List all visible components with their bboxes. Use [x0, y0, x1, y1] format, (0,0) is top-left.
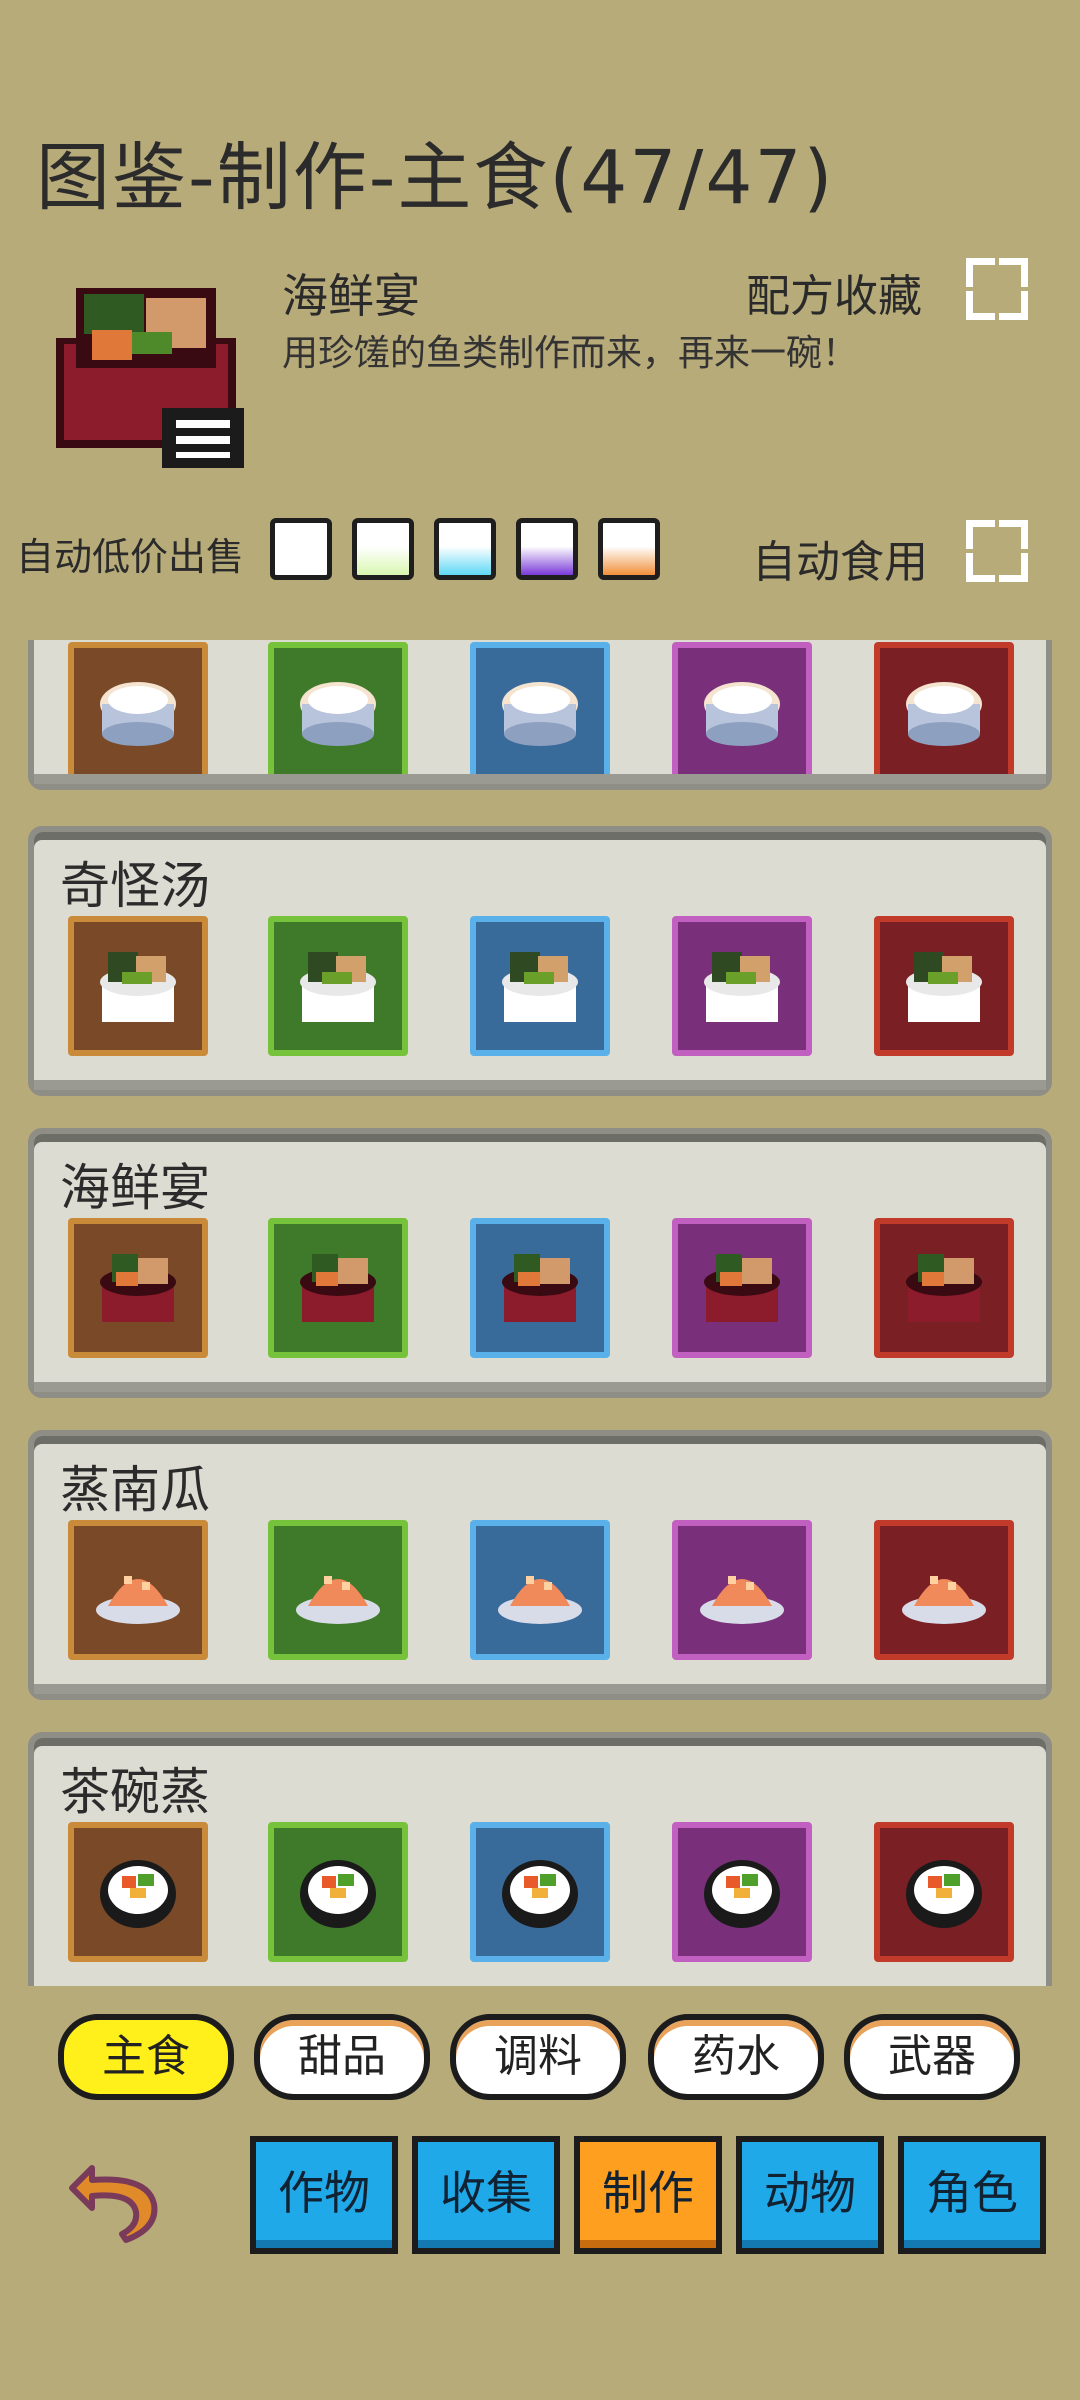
- back-button[interactable]: [62, 2148, 172, 2244]
- nav-tab[interactable]: 作物: [250, 2136, 398, 2254]
- sushi-roll-icon: [294, 1848, 382, 1936]
- recipe-card: [28, 640, 1052, 790]
- recipe-quality-slot-green[interactable]: [268, 1520, 408, 1660]
- recipe-quality-slot-red[interactable]: [874, 1218, 1014, 1358]
- quality-filter-swatch[interactable]: [434, 518, 496, 580]
- recipe-name: 奇怪汤: [60, 857, 210, 915]
- steamed-pumpkin-icon: [294, 1546, 382, 1634]
- recipe-card: 海鲜宴: [28, 1128, 1052, 1398]
- recipe-quality-slot-brown[interactable]: [68, 1520, 208, 1660]
- rice-bowl-icon: [94, 668, 182, 756]
- recipe-quality-slot-blue[interactable]: [470, 1520, 610, 1660]
- category-tab[interactable]: 主食: [58, 2014, 234, 2100]
- recipe-list[interactable]: 奇怪汤海鲜宴蒸南瓜茶碗蒸: [28, 640, 1052, 1986]
- quality-filter-swatch[interactable]: [516, 518, 578, 580]
- recipe-quality-slot-blue[interactable]: [470, 1218, 610, 1358]
- sushi-roll-icon: [496, 1848, 584, 1936]
- recipe-quality-slot-red[interactable]: [874, 1520, 1014, 1660]
- recipe-name: 海鲜宴: [60, 1159, 210, 1217]
- auto-eat-label: 自动食用: [752, 537, 928, 588]
- favorite-recipe-label: 配方收藏: [746, 271, 922, 322]
- recipe-quality-slot-brown[interactable]: [68, 642, 208, 782]
- recipe-quality-slot-red[interactable]: [874, 1822, 1014, 1962]
- auto-sell-label: 自动低价出售: [16, 535, 245, 579]
- recipe-card: 蒸南瓜: [28, 1430, 1052, 1700]
- nav-tab[interactable]: 收集: [412, 2136, 560, 2254]
- seafood-feast-icon: [698, 1244, 786, 1332]
- category-tab[interactable]: 调料: [450, 2014, 626, 2100]
- recipe-quality-slot-blue[interactable]: [470, 642, 610, 782]
- nav-tab[interactable]: 制作: [574, 2136, 722, 2254]
- recipe-quality-slot-purple[interactable]: [672, 1218, 812, 1358]
- recipe-quality-slot-green[interactable]: [268, 916, 408, 1056]
- recipe-quality-slot-purple[interactable]: [672, 1520, 812, 1660]
- recipe-card: 奇怪汤: [28, 826, 1052, 1096]
- recipe-card: 茶碗蒸: [28, 1732, 1052, 1986]
- recipe-quality-slot-purple[interactable]: [672, 916, 812, 1056]
- rice-bowl-icon: [294, 668, 382, 756]
- sushi-roll-icon: [698, 1848, 786, 1936]
- recipe-quality-slot-green[interactable]: [268, 642, 408, 782]
- steamed-pumpkin-icon: [94, 1546, 182, 1634]
- nav-tab[interactable]: 动物: [736, 2136, 884, 2254]
- recipe-quality-slot-green[interactable]: [268, 1218, 408, 1358]
- recipe-quality-slot-red[interactable]: [874, 916, 1014, 1056]
- recipe-quality-slot-green[interactable]: [268, 1822, 408, 1962]
- sushi-roll-icon: [94, 1848, 182, 1936]
- recipe-quality-slot-red[interactable]: [874, 642, 1014, 782]
- strange-soup-icon: [496, 942, 584, 1030]
- auto-eat-checkbox[interactable]: [960, 514, 1034, 588]
- featured-item-name: 海鲜宴: [282, 269, 420, 323]
- recipe-quality-slot-brown[interactable]: [68, 916, 208, 1056]
- recipe-name: 蒸南瓜: [60, 1461, 210, 1519]
- featured-item-description: 用珍馐的鱼类制作而来，再来一碗！: [282, 333, 859, 374]
- recipe-quality-slot-brown[interactable]: [68, 1218, 208, 1358]
- rice-bowl-icon: [496, 668, 584, 756]
- quality-filter-swatch[interactable]: [598, 518, 660, 580]
- recipe-quality-slot-blue[interactable]: [470, 1822, 610, 1962]
- recipe-quality-slot-blue[interactable]: [470, 916, 610, 1056]
- seafood-feast-icon: [900, 1244, 988, 1332]
- sushi-roll-icon: [900, 1848, 988, 1936]
- rice-bowl-icon: [900, 668, 988, 756]
- strange-soup-icon: [900, 942, 988, 1030]
- category-tab[interactable]: 药水: [648, 2014, 824, 2100]
- recipe-name: 茶碗蒸: [60, 1763, 210, 1821]
- favorite-recipe-checkbox[interactable]: [960, 252, 1034, 326]
- category-tab[interactable]: 甜品: [254, 2014, 430, 2100]
- category-tab[interactable]: 武器: [844, 2014, 1020, 2100]
- steamed-pumpkin-icon: [698, 1546, 786, 1634]
- nav-tab[interactable]: 角色: [898, 2136, 1046, 2254]
- strange-soup-icon: [698, 942, 786, 1030]
- seafood-feast-bowl-icon: [36, 258, 256, 478]
- seafood-feast-icon: [496, 1244, 584, 1332]
- strange-soup-icon: [94, 942, 182, 1030]
- page-title: 图鉴-制作-主食(47/47): [36, 135, 835, 221]
- recipe-quality-slot-purple[interactable]: [672, 1822, 812, 1962]
- recipe-quality-slot-brown[interactable]: [68, 1822, 208, 1962]
- quality-filter-swatch[interactable]: [270, 518, 332, 580]
- seafood-feast-icon: [294, 1244, 382, 1332]
- quality-filter-swatch[interactable]: [352, 518, 414, 580]
- strange-soup-icon: [294, 942, 382, 1030]
- rice-bowl-icon: [698, 668, 786, 756]
- steamed-pumpkin-icon: [900, 1546, 988, 1634]
- steamed-pumpkin-icon: [496, 1546, 584, 1634]
- recipe-quality-slot-purple[interactable]: [672, 642, 812, 782]
- seafood-feast-icon: [94, 1244, 182, 1332]
